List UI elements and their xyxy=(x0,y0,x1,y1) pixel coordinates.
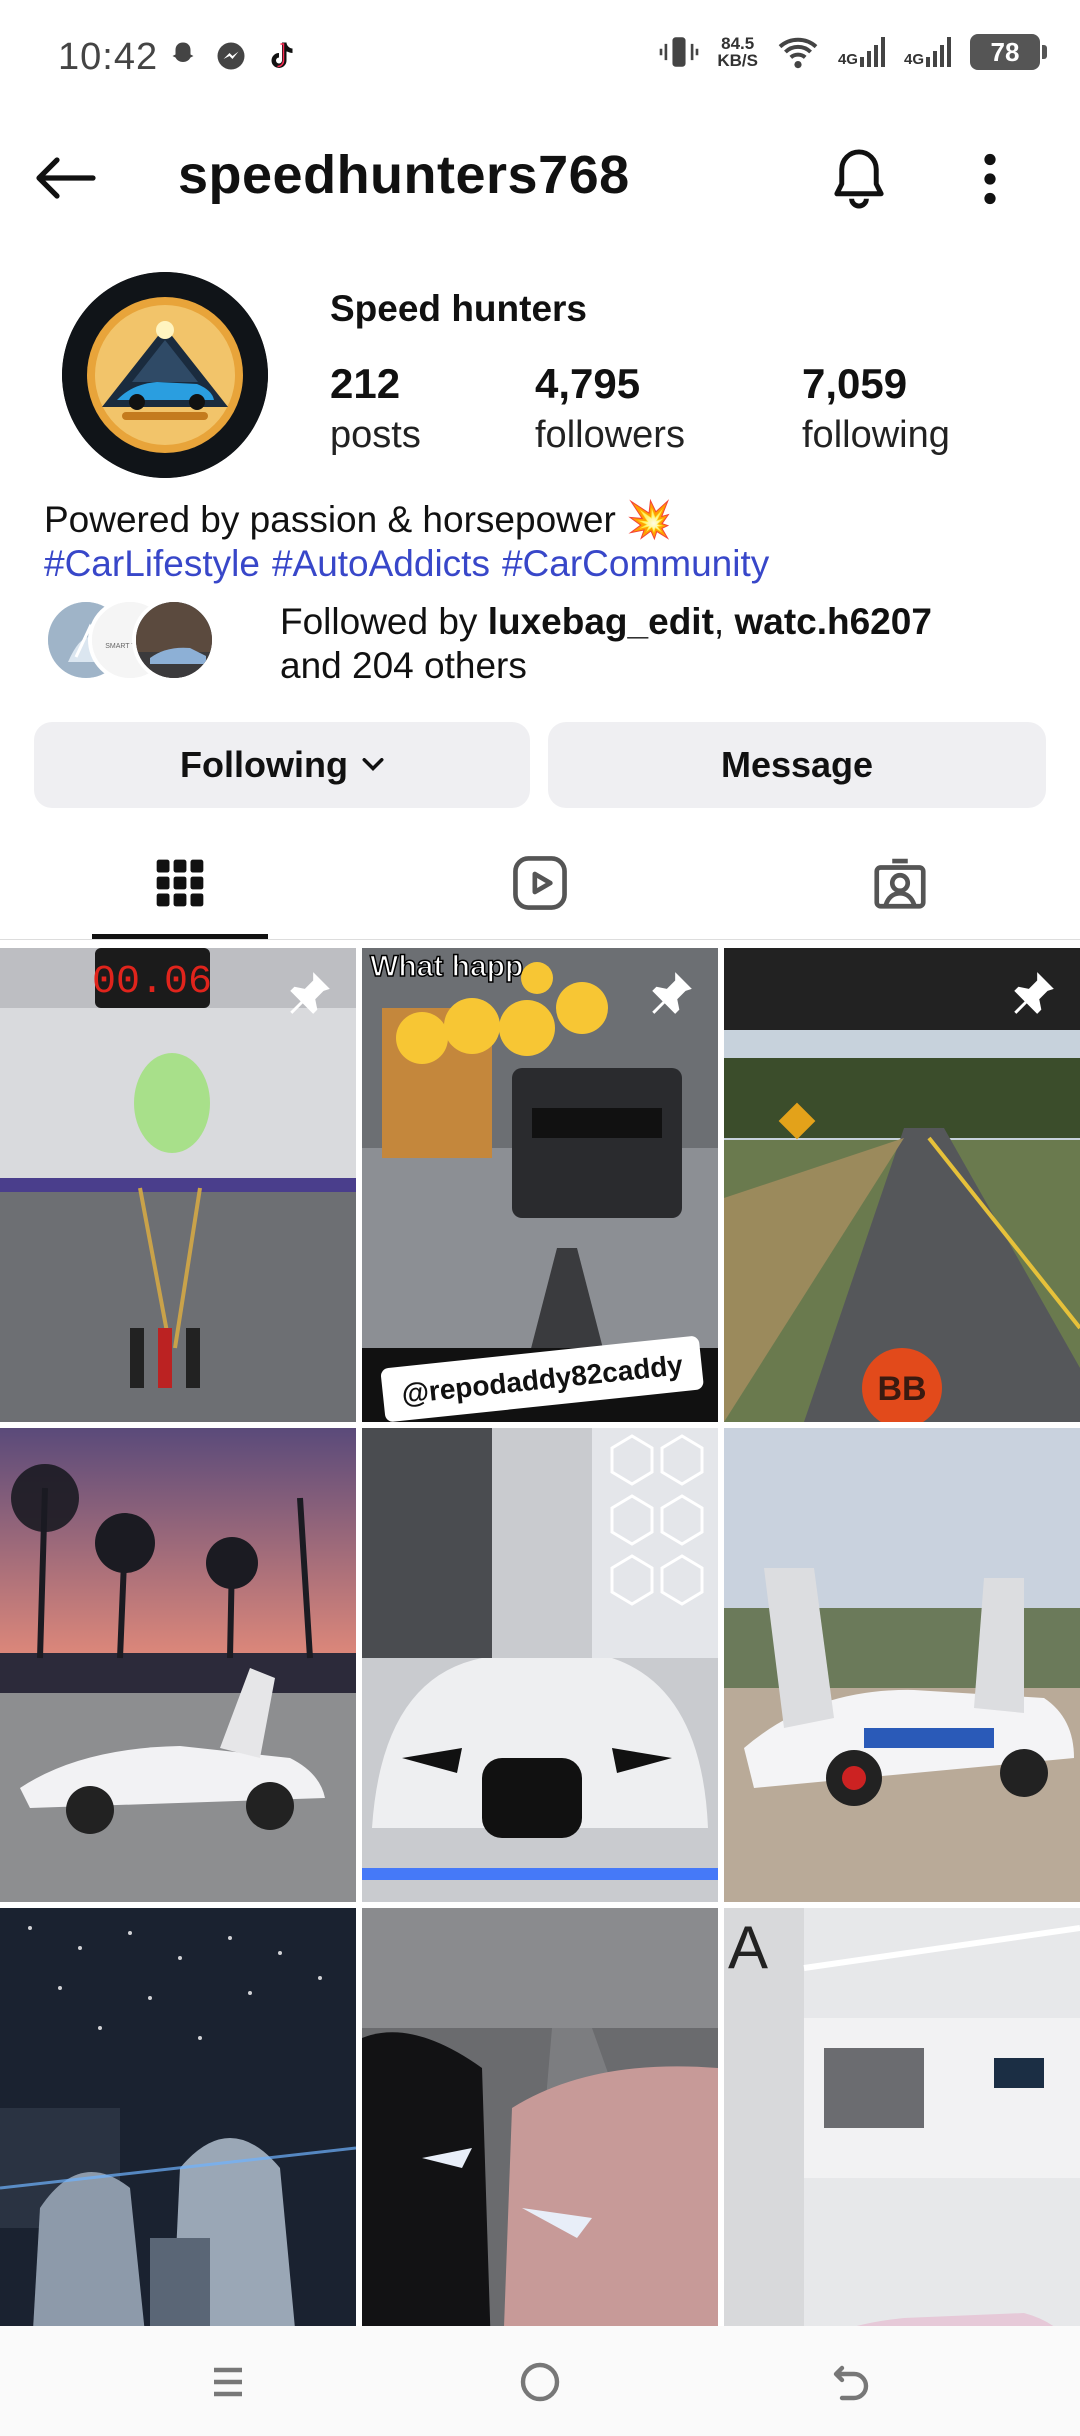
post-image xyxy=(0,1908,356,2326)
vibrate-icon xyxy=(660,37,699,67)
profile-header: speedhunters768 xyxy=(0,118,1080,238)
post-image xyxy=(724,1428,1080,1902)
hashtag-link[interactable]: #CarLifestyle xyxy=(44,543,260,584)
reels-icon xyxy=(513,856,567,910)
following-stat[interactable]: 7,059 following xyxy=(802,360,950,457)
following-label: following xyxy=(802,414,950,456)
notifications-button[interactable] xyxy=(822,142,896,216)
wifi-icon xyxy=(778,37,818,69)
snapchat-icon xyxy=(172,42,194,62)
status-bar: 10:42 84.5 KB/S 4G 4G 78 xyxy=(0,0,1080,118)
mutual-user-link[interactable]: luxebag_edit xyxy=(488,601,714,642)
followers-count: 4,795 xyxy=(535,360,641,407)
system-nav-bar xyxy=(0,2326,1080,2436)
svg-text:A: A xyxy=(728,1914,768,1981)
more-options-button[interactable] xyxy=(960,142,1020,216)
bio-hashtags: #CarLifestyle #AutoAddicts #CarCommunity xyxy=(44,542,781,586)
followed-by-text[interactable]: Followed by luxebag_edit, watc.h6207 and… xyxy=(280,600,932,688)
network-speed: 84.5 KB/S xyxy=(717,34,758,70)
mutual-followers-avatars[interactable]: SMART TRADING xyxy=(44,598,264,684)
tab-tagged[interactable] xyxy=(720,826,1080,940)
notification-icons xyxy=(165,38,297,74)
avatar-logo-image xyxy=(62,272,268,478)
tab-reels[interactable] xyxy=(360,826,720,940)
tab-posts[interactable] xyxy=(0,826,360,940)
more-vertical-icon xyxy=(984,153,996,205)
post-image xyxy=(362,1428,718,1902)
post-image xyxy=(0,1428,356,1902)
post-thumbnail[interactable] xyxy=(724,1428,1080,1902)
post-thumbnail[interactable] xyxy=(362,1428,718,1902)
menu-icon xyxy=(214,2367,242,2397)
bio-text: Powered by passion & horsepower 💥 xyxy=(44,499,673,540)
post-thumbnail[interactable]: 00.06 xyxy=(0,948,356,1422)
following-count: 7,059 xyxy=(802,360,908,407)
battery-indicator: 78 xyxy=(970,34,1047,70)
post-thumbnail[interactable]: What happ @repodaddy82caddy xyxy=(362,948,718,1422)
posts-count: 212 xyxy=(330,360,401,407)
svg-text:00.06: 00.06 xyxy=(92,960,212,1005)
post-thumbnail[interactable] xyxy=(362,1908,718,2326)
posts-label: posts xyxy=(330,414,421,456)
post-thumbnail[interactable] xyxy=(0,1908,356,2326)
post-image: 00.06 xyxy=(0,948,356,1422)
post-image: What happ @repodaddy82caddy xyxy=(362,948,718,1422)
signal-bars-icon xyxy=(926,37,951,67)
post-image: A xyxy=(724,1908,1080,2326)
svg-text:BB: BB xyxy=(877,1370,926,1408)
back-icon xyxy=(833,2365,869,2401)
home-button[interactable] xyxy=(500,2352,580,2412)
signal-bars-icon xyxy=(859,37,885,67)
mutual-user-link[interactable]: watc.h6207 xyxy=(734,601,931,642)
tiktok-icon xyxy=(271,42,293,68)
pin-icon xyxy=(290,972,330,1014)
chevron-down-icon xyxy=(362,758,384,771)
messenger-icon xyxy=(217,42,245,70)
home-circle-icon xyxy=(520,2362,560,2402)
signal-1: 4G xyxy=(838,37,886,67)
bell-icon xyxy=(834,149,884,209)
signal-2: 4G xyxy=(904,37,952,67)
page-title: speedhunters768 xyxy=(178,145,630,205)
post-thumbnail[interactable] xyxy=(0,1428,356,1902)
post-image: BB xyxy=(724,948,1080,1422)
post-thumbnail[interactable]: BB xyxy=(724,948,1080,1422)
pin-icon xyxy=(652,972,692,1014)
back-button[interactable] xyxy=(30,148,100,208)
avatar xyxy=(132,598,216,682)
hashtag-link[interactable]: #CarCommunity xyxy=(502,543,769,584)
post-thumbnail[interactable]: A xyxy=(724,1908,1080,2326)
svg-text:What happ: What happ xyxy=(370,950,523,983)
grid-icon xyxy=(156,859,204,907)
profile-avatar[interactable] xyxy=(62,272,268,478)
posts-stat[interactable]: 212 posts xyxy=(330,360,421,457)
back-nav-button[interactable] xyxy=(812,2352,892,2412)
pin-icon xyxy=(1014,972,1054,1014)
tagged-person-icon xyxy=(874,858,926,909)
posts-grid: 00.06 What happ @repodaddy82caddy BB A xyxy=(0,948,1080,2326)
profile-tabs xyxy=(0,826,1080,940)
post-image xyxy=(362,1908,718,2326)
car-image xyxy=(136,602,212,678)
message-button-label: Message xyxy=(720,744,874,785)
arrow-left-icon xyxy=(36,157,96,199)
active-tab-indicator xyxy=(92,934,268,939)
display-name: Speed hunters xyxy=(330,288,587,329)
following-button-label: Following xyxy=(180,744,348,785)
status-time: 10:42 xyxy=(58,36,159,78)
status-right: 84.5 KB/S 4G 4G 78 xyxy=(659,34,1047,70)
recent-apps-button[interactable] xyxy=(188,2352,268,2412)
followers-stat[interactable]: 4,795 followers xyxy=(535,360,685,457)
message-button[interactable]: Message xyxy=(548,722,1046,808)
hashtag-link[interactable]: #AutoAddicts xyxy=(272,543,490,584)
followers-label: followers xyxy=(535,414,685,456)
following-button[interactable]: Following xyxy=(34,722,530,808)
